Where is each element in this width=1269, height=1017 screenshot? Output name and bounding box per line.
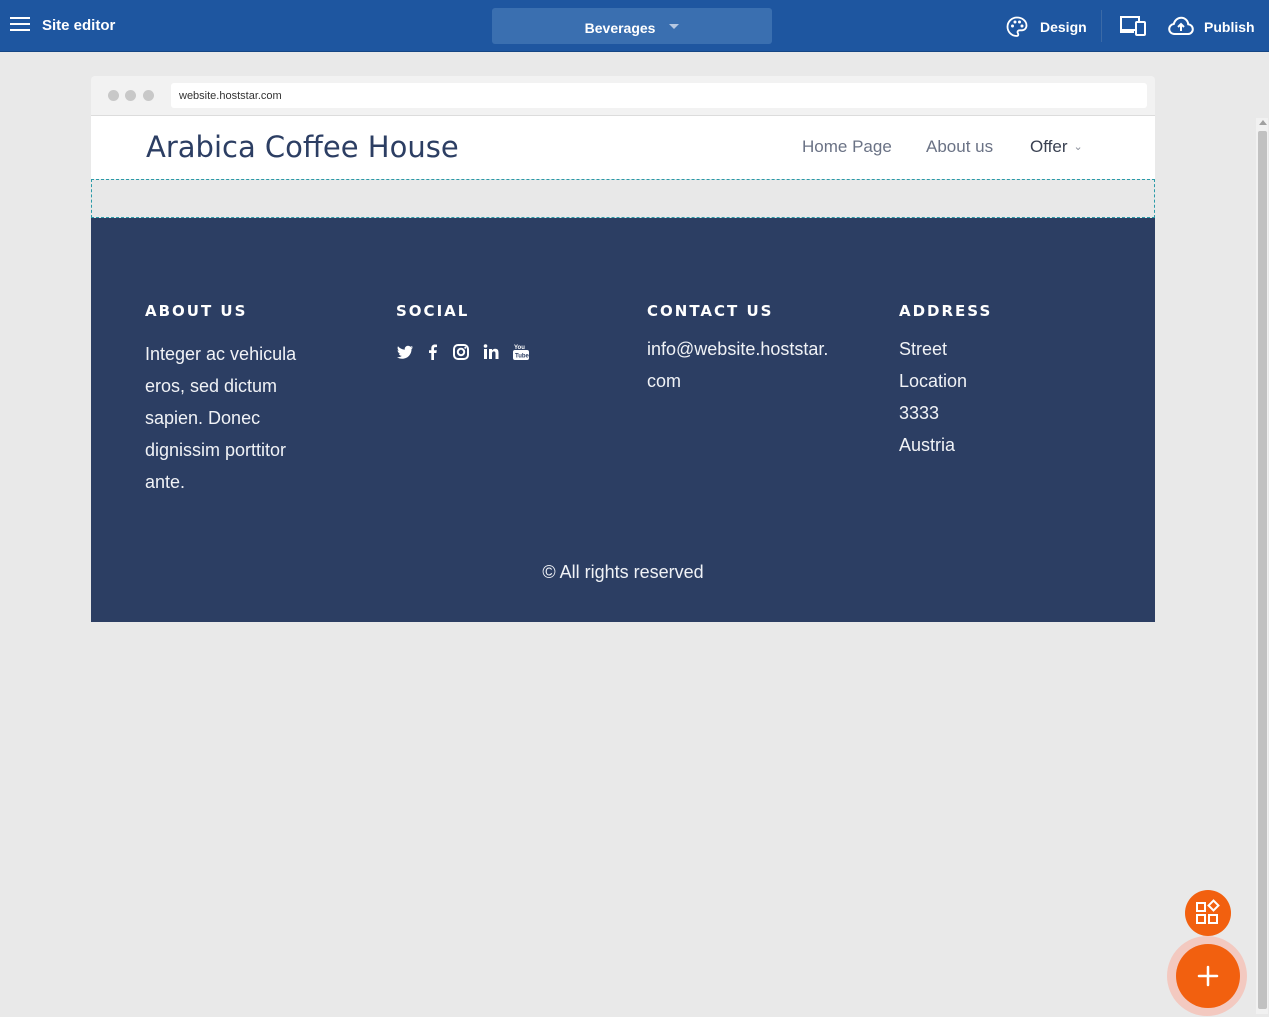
footer-contact-text[interactable]: info@website.hoststar. com xyxy=(647,333,828,397)
svg-text:Tube: Tube xyxy=(515,354,530,360)
footer-about-text: Integer ac vehicula eros, sed dictum sap… xyxy=(145,338,296,498)
footer-about-heading: ABOUT US xyxy=(145,302,248,320)
empty-section-dropzone[interactable] xyxy=(91,179,1155,218)
window-dot-icon xyxy=(125,90,136,101)
publish-button-label: Publish xyxy=(1204,19,1255,35)
palette-icon xyxy=(1006,16,1028,37)
twitter-icon[interactable] xyxy=(395,342,415,362)
scroll-up-arrow-icon[interactable] xyxy=(1259,120,1267,125)
footer-contact-line: info@website.hoststar. xyxy=(647,339,829,359)
facebook-icon[interactable] xyxy=(423,342,443,362)
design-button-label: Design xyxy=(1040,19,1087,35)
topbar-divider xyxy=(1101,10,1102,42)
site-header[interactable]: Arabica Coffee House Home Page About us … xyxy=(91,116,1155,179)
footer-contact-heading: CONTACT US xyxy=(647,302,774,320)
footer-address-line: Street xyxy=(899,339,948,359)
add-widget-button[interactable] xyxy=(1185,890,1231,936)
youtube-icon[interactable]: You Tube xyxy=(511,342,531,362)
footer-address-text: Street Location 3333 Austria xyxy=(899,333,967,461)
nav-item-offer-label: Offer xyxy=(1030,137,1068,156)
caret-down-icon xyxy=(669,24,680,29)
footer-about-line: ante. xyxy=(145,472,186,492)
footer-social-heading: SOCIAL xyxy=(396,302,470,320)
site-preview-frame: website.hoststar.com Arabica Coffee Hous… xyxy=(91,76,1155,622)
hamburger-menu-icon[interactable] xyxy=(10,17,30,33)
footer-about-line: eros, sed dictum xyxy=(145,376,278,396)
footer-about-line: sapien. Donec xyxy=(145,408,261,428)
app-title: Site editor xyxy=(42,17,116,34)
chevron-down-icon: ⌄ xyxy=(1073,141,1083,153)
linkedin-icon[interactable] xyxy=(481,342,501,362)
footer-about-line: Integer ac vehicula xyxy=(145,344,297,364)
responsive-preview-button[interactable] xyxy=(1120,16,1146,36)
footer-address-heading: ADDRESS xyxy=(899,302,993,320)
nav-item-home-page[interactable]: Home Page xyxy=(802,137,892,157)
nav-item-about-us[interactable]: About us xyxy=(926,137,993,157)
footer-address-line: Location xyxy=(899,371,968,391)
page-selector-dropdown[interactable]: Beverages xyxy=(492,8,772,44)
window-dot-icon xyxy=(143,90,154,101)
instagram-icon[interactable] xyxy=(451,342,471,362)
editor-topbar: Site editor Beverages Design Publish xyxy=(0,0,1269,52)
footer-address-line: Austria xyxy=(899,435,956,455)
add-section-button[interactable] xyxy=(1176,944,1240,1008)
site-footer[interactable]: ABOUT US Integer ac vehicula eros, sed d… xyxy=(91,218,1155,622)
footer-address-line: 3333 xyxy=(899,403,940,423)
footer-copyright: © All rights reserved xyxy=(542,562,704,582)
preview-url: website.hoststar.com xyxy=(171,83,1147,108)
page-selector-label: Beverages xyxy=(584,20,656,36)
devices-icon xyxy=(1120,16,1146,36)
footer-contact-line: com xyxy=(647,371,682,391)
footer-about-line: dignissim porttitor xyxy=(145,440,287,460)
plus-icon xyxy=(1197,965,1219,987)
widgets-icon xyxy=(1196,899,1220,924)
site-brand[interactable]: Arabica Coffee House xyxy=(146,130,459,164)
nav-item-offer[interactable]: Offer ⌄ xyxy=(1030,137,1083,157)
scrollbar-thumb[interactable] xyxy=(1258,131,1267,1009)
browser-chrome: website.hoststar.com xyxy=(91,76,1155,116)
window-dot-icon xyxy=(108,90,119,101)
cloud-upload-icon xyxy=(1168,16,1194,35)
